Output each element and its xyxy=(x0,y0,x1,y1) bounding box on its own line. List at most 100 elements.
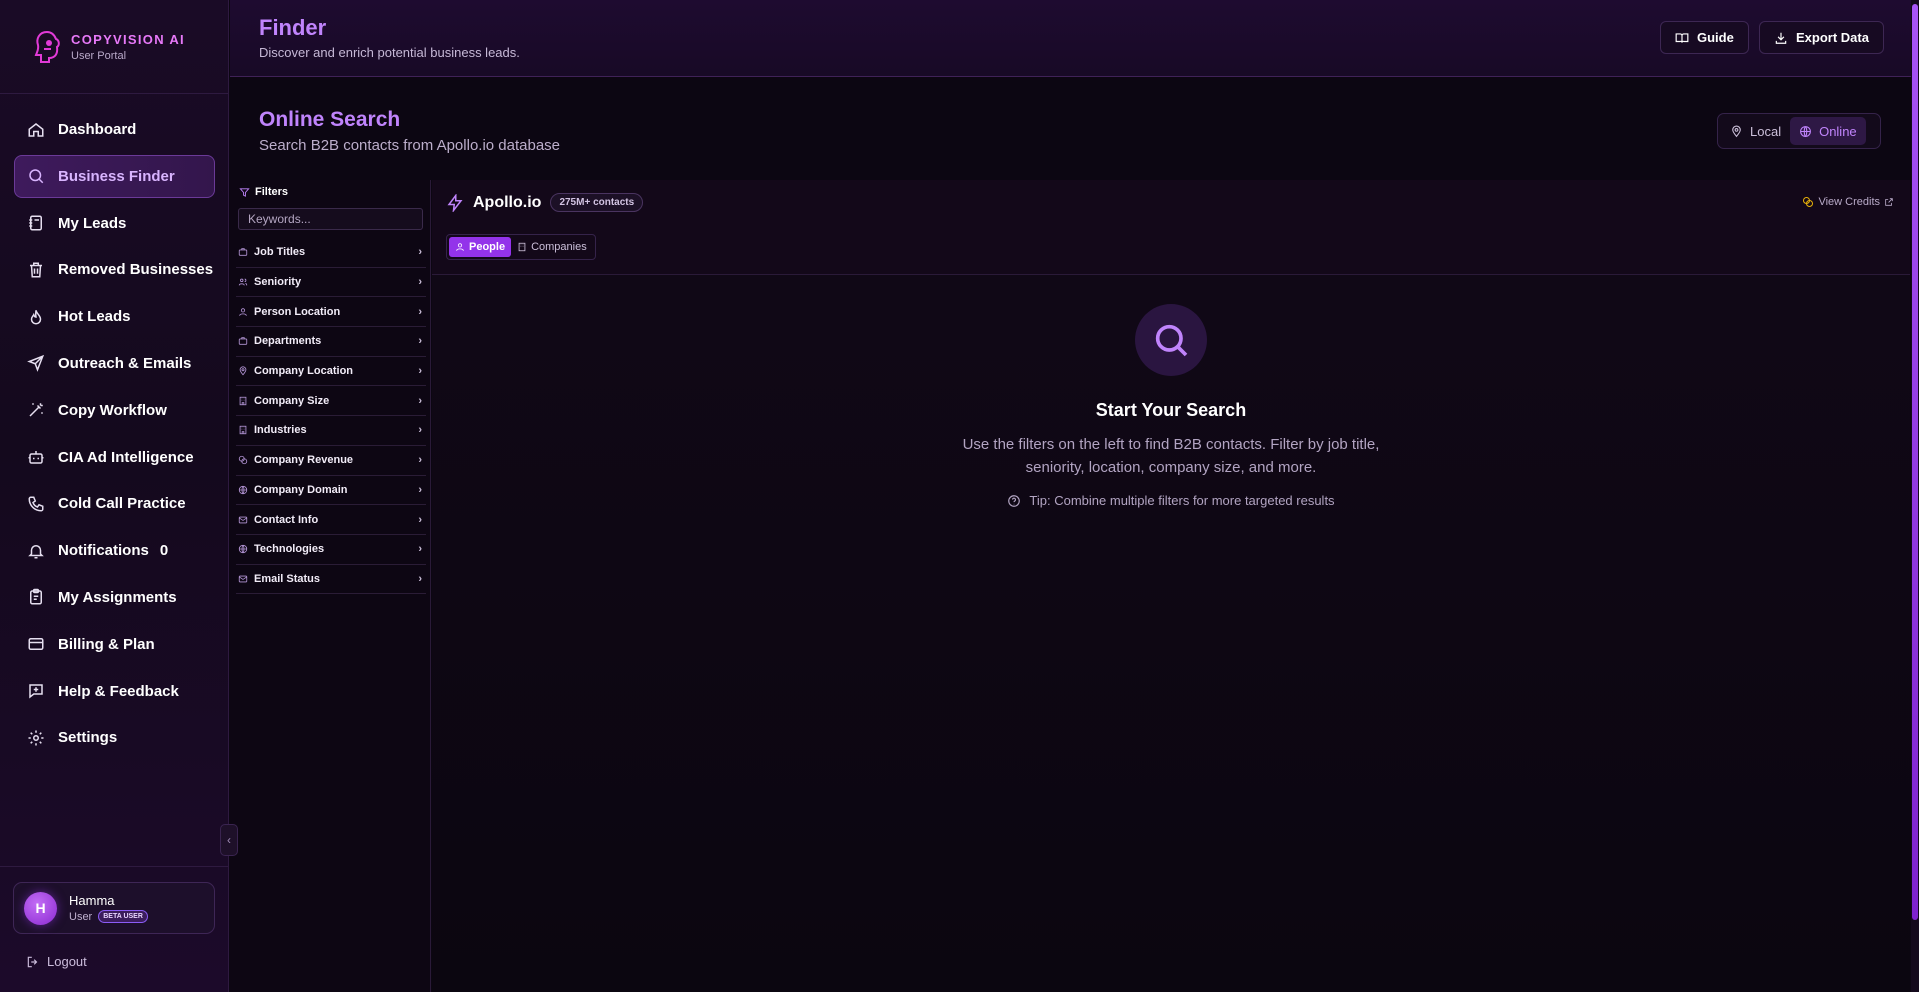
sidebar-item-label: My Assignments xyxy=(58,588,177,606)
sidebar-item-business-finder[interactable]: Business Finder xyxy=(14,154,215,198)
export-label: Export Data xyxy=(1796,30,1869,45)
collapse-sidebar-button[interactable]: ‹ xyxy=(220,824,238,856)
section-title: Online Search xyxy=(259,108,401,131)
user-profile-card[interactable]: H Hamma User BETA USER xyxy=(13,882,215,934)
chevron-right-icon: › xyxy=(418,365,422,378)
filter-person-location[interactable]: Person Location › xyxy=(236,297,426,328)
sidebar-item-hot-leads[interactable]: Hot Leads xyxy=(14,295,215,338)
coins-icon xyxy=(1803,197,1814,207)
sidebar-item-my-assignments[interactable]: My Assignments xyxy=(14,576,215,619)
sidebar-item-label: Business Finder xyxy=(58,167,175,185)
tab-people[interactable]: People xyxy=(449,237,512,257)
sidebar-item-notifications[interactable]: Notifications 0 xyxy=(14,529,215,572)
person-icon xyxy=(239,307,247,316)
filter-technologies[interactable]: Technologies › xyxy=(236,535,426,565)
sidebar-item-cold-call-practice[interactable]: Cold Call Practice xyxy=(14,482,215,525)
globe-icon xyxy=(238,545,248,554)
sidebar-item-label: My Leads xyxy=(58,214,127,232)
filter-company-domain[interactable]: Company Domain › xyxy=(236,476,426,506)
contacts-count-badge: 275M+ contacts xyxy=(550,193,644,212)
sidebar-item-cia-ad-intelligence[interactable]: CIA Ad Intelligence xyxy=(14,436,215,479)
sidebar-item-help-feedback[interactable]: Help & Feedback xyxy=(14,670,215,713)
help-circle-icon xyxy=(1008,494,1021,507)
filter-company-size[interactable]: Company Size › xyxy=(236,386,426,417)
chevron-right-icon: › xyxy=(418,513,422,526)
phone-icon xyxy=(28,496,44,512)
filter-seniority[interactable]: Seniority › xyxy=(236,268,426,298)
sidebar-item-removed-businesses[interactable]: Removed Businesses xyxy=(14,248,215,291)
filter-label: Job Titles xyxy=(254,246,306,259)
filter-company-location[interactable]: Company Location › xyxy=(236,357,426,387)
filter-contact-info[interactable]: Contact Info › xyxy=(236,505,426,535)
sidebar-item-label: Notifications xyxy=(58,542,149,560)
sidebar-item-outreach-emails[interactable]: Outreach & Emails xyxy=(14,342,215,385)
lightning-icon xyxy=(447,193,463,212)
filter-industries[interactable]: Industries › xyxy=(236,416,426,446)
notebook-icon xyxy=(29,215,42,231)
tab-companies-label: Companies xyxy=(531,241,587,253)
page-scrollbar[interactable] xyxy=(1911,0,1919,992)
keywords-input[interactable] xyxy=(238,208,423,230)
filter-email-status[interactable]: Email Status › xyxy=(236,565,426,595)
brand-logo-icon xyxy=(34,30,60,63)
filter-label: Company Domain xyxy=(254,483,348,496)
user-name: Hamma xyxy=(69,893,115,908)
sidebar-item-label: Copy Workflow xyxy=(58,401,167,419)
filter-departments[interactable]: Departments › xyxy=(236,327,426,357)
search-mode-toggle: Local Online xyxy=(1717,113,1881,149)
mode-local-button[interactable]: Local xyxy=(1721,117,1790,145)
flame-icon xyxy=(30,309,42,325)
tab-companies[interactable]: Companies xyxy=(511,237,593,257)
filter-label: Industries xyxy=(254,424,307,437)
avatar: H xyxy=(24,891,57,925)
sidebar-item-settings[interactable]: Settings xyxy=(14,716,215,759)
apollo-title: Apollo.io xyxy=(473,193,542,211)
filter-label: Departments xyxy=(254,335,322,348)
sidebar-item-my-leads[interactable]: My Leads xyxy=(14,202,215,245)
empty-state-icon-circle xyxy=(1135,304,1207,376)
brand[interactable]: COPYVISION AI User Portal xyxy=(0,0,228,94)
beta-user-badge: BETA USER xyxy=(98,910,148,923)
empty-state-title: Start Your Search xyxy=(1095,400,1247,420)
filter-label: Company Revenue xyxy=(254,454,354,467)
sidebar-item-billing-plan[interactable]: Billing & Plan xyxy=(14,623,215,666)
sidebar-item-label: Hot Leads xyxy=(58,308,131,326)
credit-card-icon xyxy=(28,638,44,651)
online-search-header: Online Search Search B2B contacts from A… xyxy=(230,78,1910,178)
filter-icon xyxy=(239,187,250,197)
gear-icon xyxy=(28,730,44,746)
logout-button[interactable]: Logout xyxy=(26,954,87,969)
empty-state-tip-text: Tip: Combine multiple filters for more t… xyxy=(1029,493,1335,508)
chevron-right-icon: › xyxy=(418,394,422,407)
message-plus-icon xyxy=(29,684,43,699)
sidebar-item-dashboard[interactable]: Dashboard xyxy=(14,108,215,151)
sidebar-item-label: Cold Call Practice xyxy=(58,495,186,513)
sidebar-item-copy-workflow[interactable]: Copy Workflow xyxy=(14,389,215,432)
bot-icon xyxy=(28,451,44,464)
filter-company-revenue[interactable]: Company Revenue › xyxy=(236,446,426,476)
apollo-title-row: Apollo.io 275M+ contacts xyxy=(446,193,644,212)
map-pin-icon xyxy=(239,366,247,376)
chevron-right-icon: › xyxy=(418,335,422,348)
scrollbar-thumb[interactable] xyxy=(1912,4,1918,920)
guide-button[interactable]: Guide xyxy=(1660,21,1749,54)
search-icon xyxy=(1155,324,1188,357)
logout-icon xyxy=(27,956,38,967)
building-icon xyxy=(239,426,247,435)
brand-subtitle: User Portal xyxy=(71,49,127,62)
mode-online-button[interactable]: Online xyxy=(1790,117,1866,145)
globe-icon xyxy=(1800,125,1811,137)
send-icon xyxy=(27,355,45,373)
filter-label: Technologies xyxy=(254,543,325,556)
globe-icon xyxy=(238,485,248,495)
filter-job-titles[interactable]: Job Titles › xyxy=(236,238,426,268)
result-type-tabs: People Companies xyxy=(446,234,596,260)
chevron-right-icon: › xyxy=(418,305,422,318)
filters-panel: Filters Job Titles › Seniority › Person … xyxy=(230,180,431,992)
export-data-button[interactable]: Export Data xyxy=(1759,21,1884,54)
page-title: Finder xyxy=(259,15,327,40)
sidebar-item-label: Billing & Plan xyxy=(58,635,155,653)
mode-local-label: Local xyxy=(1750,123,1782,139)
view-credits-link[interactable]: View Credits xyxy=(1798,196,1898,208)
filter-label: Seniority xyxy=(254,276,302,289)
